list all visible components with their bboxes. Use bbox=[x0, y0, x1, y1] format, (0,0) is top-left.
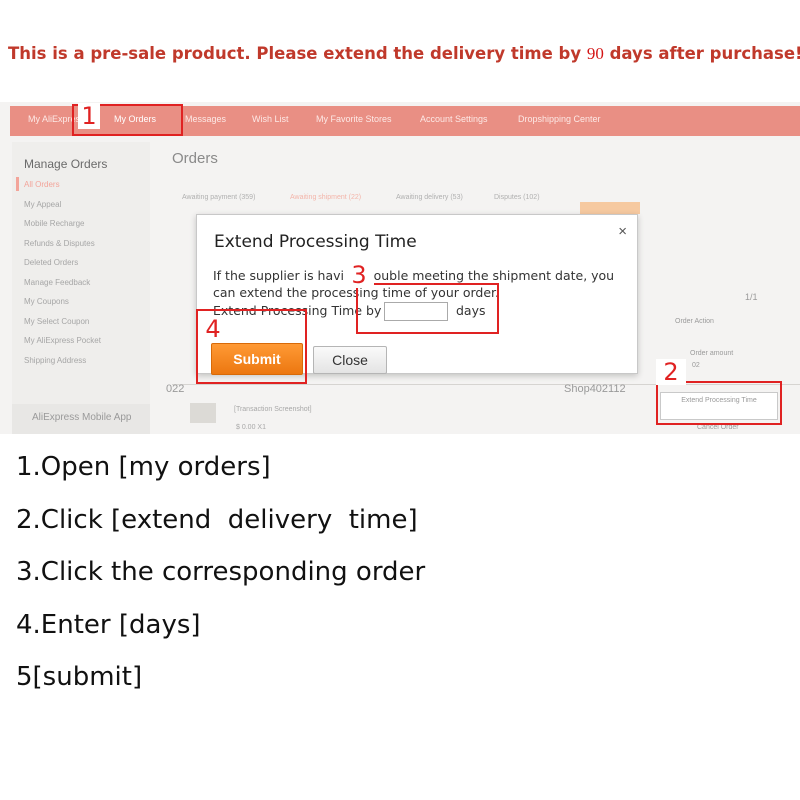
tab-messages[interactable]: Messages bbox=[185, 114, 226, 124]
filter-awaiting-delivery[interactable]: Awaiting delivery (53) bbox=[396, 194, 463, 201]
tab-account-settings[interactable]: Account Settings bbox=[420, 114, 488, 124]
close-button[interactable]: Close bbox=[313, 346, 387, 374]
sidebar-item-my-appeal[interactable]: My Appeal bbox=[24, 200, 61, 209]
sidebar-item-refunds-disputes[interactable]: Refunds & Disputes bbox=[24, 239, 95, 248]
transaction-snapshot-link[interactable]: [Transaction Screenshot] bbox=[234, 406, 312, 413]
callout-box-3 bbox=[356, 283, 499, 334]
banner-days-value: 90 bbox=[586, 44, 604, 63]
dialog-description-line1: If the supplier is having trouble meetin… bbox=[213, 268, 615, 283]
banner-text-before: This is a pre-sale product. Please exten… bbox=[8, 44, 587, 63]
callout-box-2 bbox=[656, 381, 782, 425]
sidebar-item-deleted-orders[interactable]: Deleted Orders bbox=[24, 258, 78, 267]
filter-disputes[interactable]: Disputes (102) bbox=[494, 194, 540, 201]
sidebar-active-marker bbox=[16, 177, 19, 191]
page-title: Orders bbox=[172, 150, 218, 167]
instruction-step-2: 2.Click [extend delivery time] bbox=[16, 504, 418, 535]
store-id: Shop402112 bbox=[564, 383, 626, 395]
mobile-app-label: AliExpress Mobile App bbox=[32, 412, 132, 423]
sidebar-item-all-orders[interactable]: All Orders bbox=[24, 180, 60, 189]
instruction-step-4: 4.Enter [days] bbox=[16, 609, 201, 640]
instruction-step-3: 3.Click the corresponding order bbox=[16, 557, 426, 587]
filter-awaiting-payment[interactable]: Awaiting payment (359) bbox=[182, 194, 255, 201]
sidebar-item-select-coupon[interactable]: My Select Coupon bbox=[24, 317, 89, 326]
sidebar-item-mobile-recharge[interactable]: Mobile Recharge bbox=[24, 219, 84, 228]
item-price: $ 0.00 X1 bbox=[236, 424, 266, 431]
instruction-step-1: 1.Open [my orders] bbox=[16, 452, 271, 482]
tab-favorite-stores[interactable]: My Favorite Stores bbox=[316, 114, 392, 124]
close-icon[interactable]: × bbox=[618, 223, 627, 240]
cancel-order-link[interactable]: Cancel Order bbox=[697, 424, 739, 431]
sidebar-heading: Manage Orders bbox=[24, 157, 108, 171]
callout-number-1: 1 bbox=[78, 103, 100, 129]
tab-wish-list[interactable]: Wish List bbox=[252, 114, 289, 124]
instruction-list: 1.Open [my orders] 2.Click [extend deliv… bbox=[16, 448, 786, 711]
sidebar-item-my-coupons[interactable]: My Coupons bbox=[24, 297, 69, 306]
product-thumbnail[interactable] bbox=[190, 403, 216, 423]
pager[interactable]: 1/1 bbox=[745, 292, 758, 302]
tab-dropshipping-center[interactable]: Dropshipping Center bbox=[518, 114, 601, 124]
order-id: 022 bbox=[166, 383, 185, 395]
presale-banner: This is a pre-sale product. Please exten… bbox=[8, 44, 800, 64]
order-amount-value: 02 bbox=[692, 362, 700, 369]
filter-awaiting-shipment[interactable]: Awaiting shipment (22) bbox=[290, 194, 361, 201]
sidebar-item-shipping-address[interactable]: Shipping Address bbox=[24, 356, 86, 365]
callout-number-4: 4 bbox=[201, 316, 225, 342]
mobile-app-promo[interactable]: AliExpress Mobile App bbox=[12, 404, 150, 434]
highlight-button[interactable] bbox=[580, 202, 640, 214]
order-amount-label: Order amount bbox=[690, 350, 734, 357]
banner-text-after: days after purchase! bbox=[603, 44, 800, 63]
sidebar-item-manage-feedback[interactable]: Manage Feedback bbox=[24, 278, 90, 287]
sidebar: Manage Orders All Orders My Appeal Mobil… bbox=[12, 142, 150, 434]
callout-number-2: 2 bbox=[656, 359, 686, 385]
order-action-header: Order Action bbox=[675, 318, 714, 325]
instruction-step-5: 5[submit] bbox=[16, 662, 143, 692]
sidebar-item-aliexpress-pocket[interactable]: My AliExpress Pocket bbox=[24, 336, 101, 345]
callout-number-3: 3 bbox=[344, 262, 374, 288]
dialog-title: Extend Processing Time bbox=[214, 232, 417, 252]
